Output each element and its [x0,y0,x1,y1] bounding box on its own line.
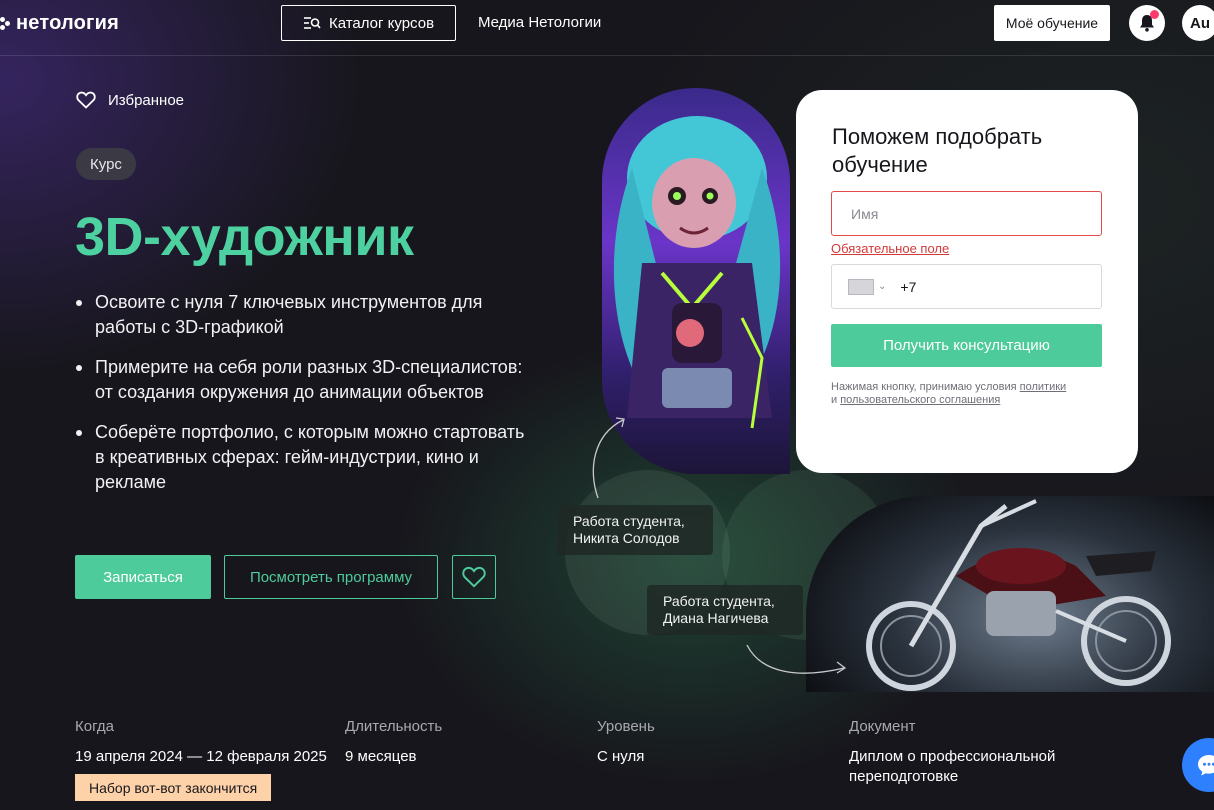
duration-value: 9 месяцев [345,748,417,765]
country-flag-icon[interactable] [848,278,874,295]
notifications-button[interactable] [1129,5,1165,41]
heart-icon [76,91,96,109]
student-caption: Работа студента, Никита Солодов [557,505,713,555]
get-consultation-button[interactable]: Получить консультацию [831,324,1102,367]
consultation-form: Поможем подобрать обучение Обязательное … [796,90,1138,473]
terms-and: и [831,394,841,406]
document-label: Документ [849,718,916,735]
name-field[interactable] [831,191,1102,236]
benefit-item: Освоите с нуля 7 ключевых инструментов д… [76,290,526,340]
add-to-favorites-button[interactable] [452,555,496,599]
student-artwork-motorcycle [806,496,1214,692]
avatar[interactable]: Au [1182,5,1214,41]
favorites-link[interactable]: Избранное [76,91,184,109]
motorcycle-illustration [866,499,1171,691]
course-benefits-list: Освоите с нуля 7 ключевых инструментов д… [76,290,526,510]
page-title: 3D-художник [75,207,414,267]
level-label: Уровень [597,718,655,735]
level-value: С нуля [597,748,645,765]
required-field-error: Обязательное поле [831,241,950,256]
enroll-button[interactable]: Записаться [75,555,211,599]
phone-field[interactable]: ⌄ +7 [831,264,1102,309]
view-program-button[interactable]: Посмотреть программу [224,555,438,599]
benefit-item: Соберёте портфолио, с которым можно стар… [76,420,526,495]
chevron-down-icon[interactable]: ⌄ [878,281,886,292]
logo-text: нетология [16,12,119,34]
duration-label: Длительность [345,718,443,735]
benefit-item: Примерите на себя роли разных 3D-специал… [76,355,526,405]
catalog-label: Каталог курсов [328,14,435,32]
my-learning-button[interactable]: Моё обучение [994,5,1110,41]
policy-link[interactable]: политики [1020,381,1067,393]
phone-country-code: +7 [900,278,917,295]
media-link[interactable]: Медиа Нетологии [478,14,601,31]
terms-text: Нажимая кнопку, принимаю условия политик… [831,381,1111,407]
student-caption: Работа студента, Диана Нагичева [647,585,803,635]
catalog-button[interactable]: Каталог курсов [281,5,456,41]
enrollment-deadline-badge: Набор вот-вот закончится [75,774,272,801]
document-value: Диплом о профессиональной переподготовке [849,748,1056,785]
user-agreement-link[interactable]: пользовательского соглашения [840,394,1000,406]
favorites-label: Избранное [108,91,185,109]
arrow-right-icon [746,644,847,674]
when-value: 19 апреля 2024 — 12 февраля 2025 [75,748,327,765]
info-level: Уровень С нуля [597,718,655,767]
terms-prefix: Нажимая кнопку, принимаю условия [831,381,1020,393]
info-document: Документ Диплом о профессиональной переп… [849,718,1079,787]
info-duration: Длительность 9 месяцев [345,718,442,767]
heart-icon [462,566,486,588]
arrow-up-icon [592,417,625,499]
logo-icon [0,16,10,31]
top-header: нетология Каталог курсов Медиа Нетологии… [0,0,1214,56]
when-label: Когда [75,718,114,735]
catalog-search-icon [303,17,321,29]
notification-dot [1150,10,1159,19]
chat-icon [1198,755,1214,776]
logo[interactable]: нетология [0,12,119,35]
form-title: Поможем подобрать обучение [832,124,1043,177]
info-when: Когда 19 апреля 2024 — 12 февраля 2025 [75,718,327,767]
course-badge: Курс [76,148,136,180]
